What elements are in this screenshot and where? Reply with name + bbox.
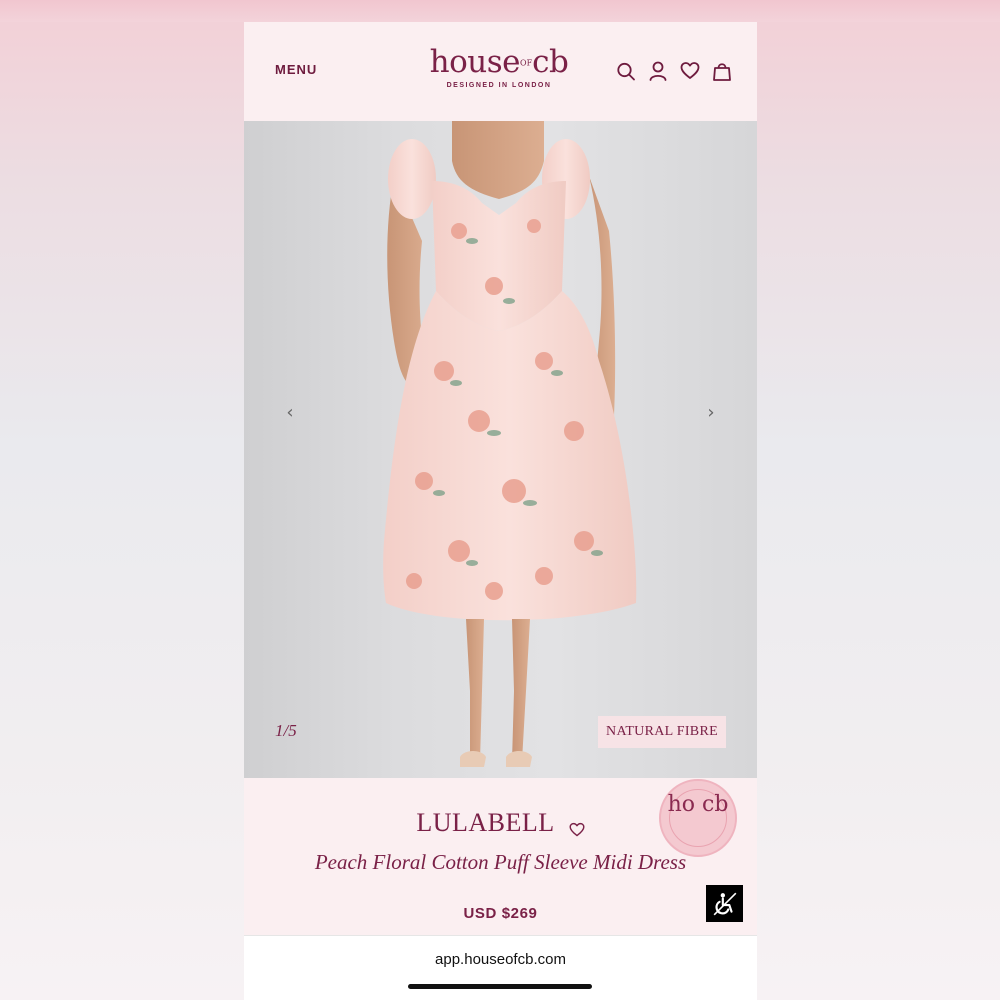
product-subtitle: Peach Floral Cotton Puff Sleeve Midi Dre… (314, 850, 687, 874)
accessibility-icon (713, 892, 736, 915)
logo-wordmark: houseOFcb (429, 44, 569, 80)
product-price: USD $269 (463, 905, 538, 922)
wishlist-heart-icon[interactable] (680, 60, 700, 82)
product-name: LULABELL (416, 808, 555, 837)
home-indicator[interactable] (408, 984, 592, 989)
logo-tagline: DESIGNED IN LONDON (446, 81, 552, 89)
background-top-fade (0, 0, 1000, 22)
add-to-wishlist-heart-icon[interactable] (569, 815, 585, 837)
browser-address-bar[interactable]: app.houseofcb.com (244, 935, 757, 1000)
natural-fibre-badge: NATURAL FIBRE (598, 716, 726, 748)
account-icon[interactable] (648, 60, 668, 82)
header-icons (616, 60, 732, 82)
brand-logo[interactable]: houseOFcb DESIGNED IN LONDON (414, 44, 584, 94)
next-image-arrow[interactable]: › (701, 403, 721, 423)
shopping-bag-icon[interactable] (712, 60, 732, 82)
hocb-stamp-logo: ho cb (659, 779, 737, 857)
url-text[interactable]: app.houseofcb.com (244, 951, 757, 968)
phone-screen: MENU houseOFcb DESIGNED IN LONDON ‹ › 1/… (244, 22, 757, 1000)
search-icon[interactable] (616, 60, 636, 82)
product-info: LULABELL Peach Floral Cotton Puff Sleeve… (244, 778, 757, 935)
previous-image-arrow[interactable]: ‹ (280, 403, 300, 423)
accessibility-button[interactable] (706, 885, 743, 922)
stamp-letters: ho cb (667, 792, 729, 817)
product-photo (383, 121, 637, 767)
site-header: MENU houseOFcb DESIGNED IN LONDON (244, 22, 757, 121)
image-counter: 1/5 (275, 721, 297, 740)
menu-button[interactable]: MENU (275, 62, 317, 77)
product-image-gallery[interactable]: ‹ › 1/5 NATURAL FIBRE (244, 121, 757, 778)
